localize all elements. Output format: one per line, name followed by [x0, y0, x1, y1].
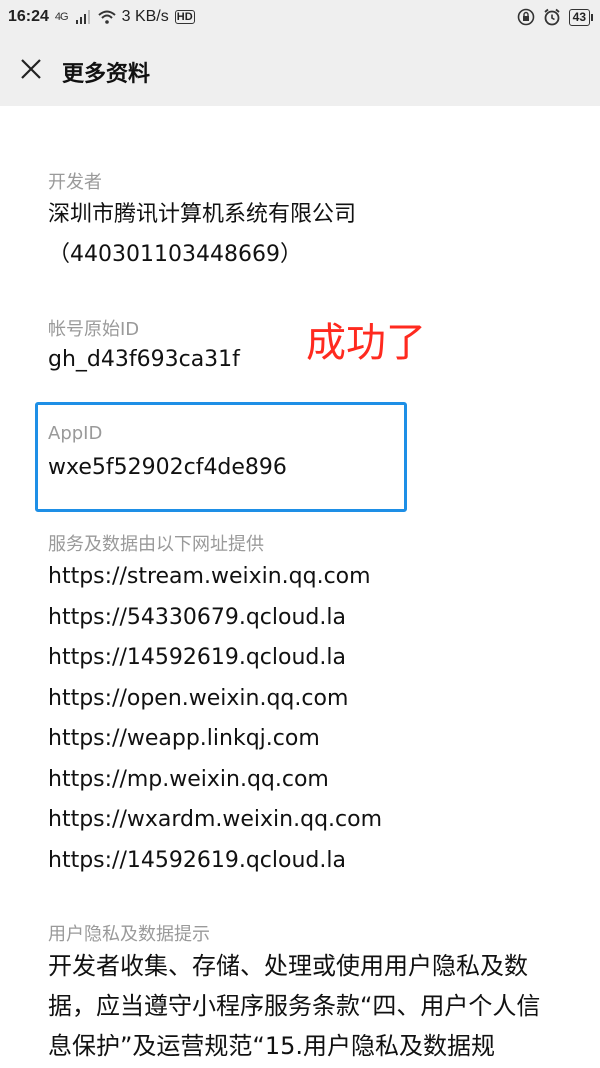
service-url-item: https://open.weixin.qq.com: [48, 685, 349, 711]
success-annotation: 成功了: [306, 320, 426, 366]
appid-label: AppID: [48, 423, 103, 444]
status-time: 16:24: [8, 8, 49, 25]
service-url-item: https://14592619.qcloud.la: [48, 847, 346, 873]
signal-icon: [74, 8, 92, 26]
battery-icon: 43: [568, 8, 594, 26]
privacy-text: 开发者收集、存储、处理或使用用户隐私及数据，应当遵守小程序服务条款“四、用户个人…: [48, 952, 541, 1060]
hd-badge: HD: [174, 10, 195, 24]
lock-rotation-icon: [517, 8, 535, 26]
service-url-item: https://54330679.qcloud.la: [48, 604, 346, 630]
appid-value: wxe5f52902cf4de896: [48, 455, 287, 480]
developer-label: 开发者: [48, 172, 102, 193]
nav-bar: 更多资料: [0, 38, 600, 106]
status-bar: 16:24 4G 3 KB/s HD 43: [0, 0, 600, 38]
close-button[interactable]: [14, 54, 48, 88]
privacy-label: 用户隐私及数据提示: [48, 924, 210, 945]
close-icon: [20, 58, 42, 84]
status-left: 16:24 4G 3 KB/s HD: [8, 8, 195, 26]
developer-value: 深圳市腾讯计算机系统有限公司（440301103448669）: [48, 202, 357, 267]
service-url-list: https://stream.weixin.qq.com https://543…: [48, 557, 382, 881]
network-type: 4G: [54, 11, 69, 23]
network-speed: 3 KB/s: [121, 8, 169, 25]
original-id-value: gh_d43f693ca31f: [48, 347, 240, 372]
service-url-item: https://stream.weixin.qq.com: [48, 564, 371, 589]
status-right: 43: [517, 8, 594, 26]
service-url-item: https://wxardm.weixin.qq.com: [48, 807, 383, 832]
wifi-icon: [97, 8, 116, 26]
original-id-label: 帐号原始ID: [48, 319, 140, 340]
page-title: 更多资料: [62, 62, 151, 87]
alarm-icon: [543, 8, 561, 26]
service-url-item: https://weapp.linkqj.com: [48, 726, 320, 751]
service-url-item: https://14592619.qcloud.la: [48, 645, 346, 670]
service-url-item: https://mp.weixin.qq.com: [48, 766, 329, 792]
service-urls-label: 服务及数据由以下网址提供: [48, 534, 264, 555]
